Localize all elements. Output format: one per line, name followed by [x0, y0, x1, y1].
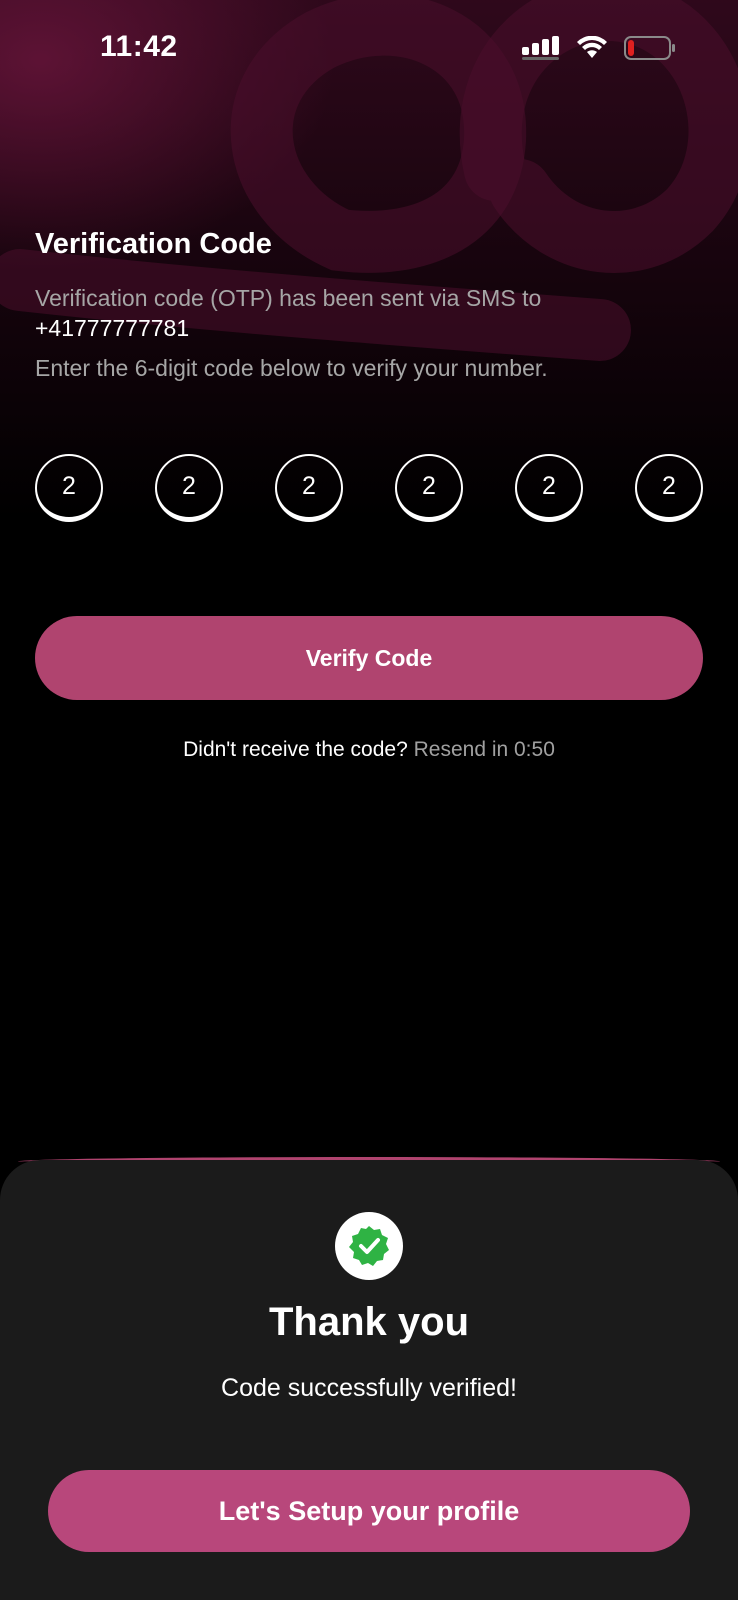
otp-digit-5[interactable]: 2 [515, 454, 583, 522]
success-message: Code successfully verified! [221, 1374, 517, 1402]
otp-digit-3[interactable]: 2 [275, 454, 343, 522]
setup-profile-button[interactable]: Let's Setup your profile [48, 1470, 690, 1552]
otp-digit-1[interactable]: 2 [35, 454, 103, 522]
resend-row: Didn't receive the code? Resend in 0:50 [0, 738, 738, 762]
wifi-icon [577, 36, 607, 58]
otp-digit-6[interactable]: 2 [635, 454, 703, 522]
otp-sent-message: Verification code (OTP) has been sent vi… [35, 283, 695, 343]
status-time: 11:42 [100, 30, 178, 63]
resend-question: Didn't receive the code? [183, 738, 408, 761]
phone-number: +41777777781 [35, 315, 190, 341]
status-bar: 11:42 [0, 0, 738, 100]
otp-input-row: 2 2 2 2 2 2 [35, 454, 703, 522]
otp-instruction: Enter the 6-digit code below to verify y… [35, 355, 548, 381]
cellular-signal-icon [522, 36, 559, 60]
resend-timer-link[interactable]: Resend in 0:50 [414, 738, 555, 761]
success-title: Thank you [268, 1300, 470, 1344]
otp-sent-text: Verification code (OTP) has been sent vi… [35, 285, 542, 311]
page-title: Verification Code [35, 228, 272, 260]
verify-code-button[interactable]: Verify Code [35, 616, 703, 700]
battery-low-icon [624, 36, 675, 60]
otp-digit-4[interactable]: 2 [395, 454, 463, 522]
status-icons [522, 36, 676, 60]
verified-check-icon [349, 1226, 389, 1266]
verified-badge [335, 1212, 403, 1280]
otp-digit-2[interactable]: 2 [155, 454, 223, 522]
